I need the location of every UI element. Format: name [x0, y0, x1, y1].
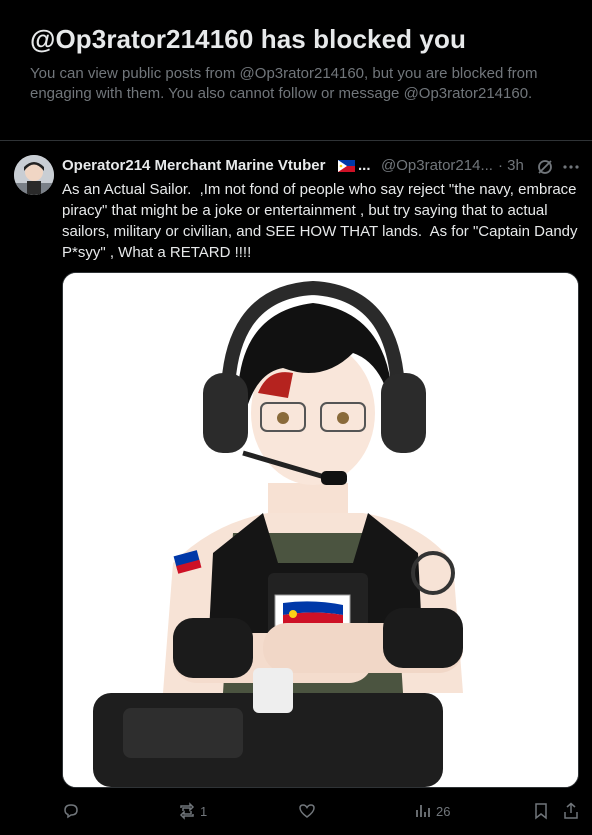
- avatar-image: [14, 155, 54, 195]
- share-button[interactable]: [562, 801, 580, 821]
- repost-icon: [179, 802, 195, 820]
- user-handle[interactable]: @Op3rator214...: [381, 157, 493, 174]
- views-icon: [416, 805, 430, 817]
- like-button[interactable]: [298, 801, 320, 821]
- philippine-flag-icon: [338, 160, 355, 172]
- grok-icon[interactable]: [536, 158, 554, 176]
- post-time[interactable]: · 3h: [498, 157, 524, 174]
- repost-count: 1: [200, 803, 208, 819]
- post-image: [63, 273, 578, 787]
- blocked-message: You can view public posts from @Op3rator…: [30, 65, 538, 102]
- reply-icon: [64, 804, 78, 819]
- display-name-ellipsis: ...: [358, 157, 371, 174]
- more-icon[interactable]: [562, 158, 580, 176]
- views-count: 26: [436, 803, 451, 819]
- avatar[interactable]: [14, 155, 54, 195]
- share-icon: [564, 802, 578, 819]
- repost-button[interactable]: 1: [178, 801, 207, 821]
- bookmark-icon: [535, 803, 547, 820]
- reply-button[interactable]: [62, 801, 84, 821]
- post-text: As an Actual Sailor. ,Im not fond of peo…: [62, 181, 582, 261]
- post-media[interactable]: [62, 272, 579, 788]
- like-icon: [299, 804, 315, 818]
- post-header: Operator214 Merchant Marine Vtuber ... @…: [62, 157, 582, 177]
- post[interactable]: Operator214 Merchant Marine Vtuber ... @…: [0, 141, 592, 835]
- post-actions: 1 26: [62, 801, 582, 823]
- display-name[interactable]: Operator214 Merchant Marine Vtuber: [62, 157, 325, 174]
- blocked-notice: @Op3rator214160 has blocked you You can …: [0, 0, 592, 140]
- bookmark-button[interactable]: [532, 801, 550, 821]
- blocked-title: @Op3rator214160 has blocked you: [30, 24, 466, 54]
- views-button[interactable]: 26: [414, 801, 450, 821]
